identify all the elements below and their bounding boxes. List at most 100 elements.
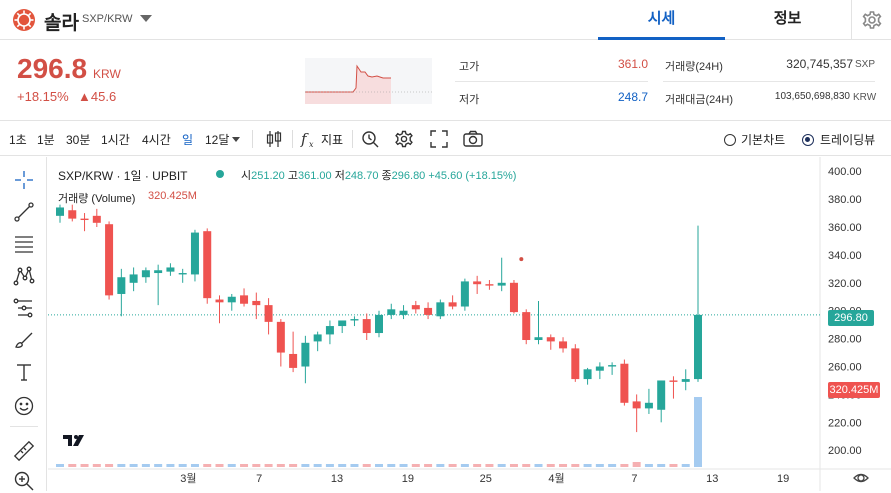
volume-bar: [485, 464, 494, 467]
candle-body: [411, 305, 420, 310]
chevron-down-icon[interactable]: [232, 137, 240, 142]
tradingview-radio[interactable]: [802, 134, 814, 146]
high-label: 고가: [459, 61, 480, 73]
interval-1d[interactable]: 일: [182, 131, 193, 148]
current-price: 296.8: [17, 53, 88, 84]
crosshair-icon[interactable]: [12, 168, 36, 192]
svg-text:x: x: [309, 140, 314, 149]
gear-icon[interactable]: [394, 129, 414, 149]
price-tick-label: 280.00: [828, 334, 862, 346]
volume-bar: [424, 464, 433, 467]
candle-body: [694, 314, 702, 380]
emoji-icon[interactable]: [12, 394, 36, 418]
brush-icon[interactable]: [12, 328, 36, 352]
candle-body: [203, 231, 212, 299]
volume-bar: [534, 464, 543, 467]
solar-logo-icon: [13, 9, 35, 31]
chart-toolbar: 1초 1분 30분 1시간 4시간 일 12달 f x 지표 기본차트 트레이딩…: [0, 120, 891, 156]
amount-24h-value: 103,650,698,830: [774, 91, 850, 102]
price-tick-label: 340.00: [828, 250, 862, 262]
candle-body: [338, 320, 347, 327]
volume-bar: [583, 464, 592, 467]
volume-bar: [325, 464, 334, 467]
fullscreen-icon[interactable]: [429, 129, 449, 149]
tab-info[interactable]: 정보: [725, 0, 850, 40]
price-tick-label: 200.00: [828, 445, 862, 457]
tab-quote[interactable]: 시세: [598, 0, 725, 40]
volume-bar: [546, 464, 555, 467]
candle-body: [448, 302, 457, 307]
ruler-icon[interactable]: [12, 439, 36, 463]
projection-icon[interactable]: [12, 296, 36, 320]
divider: [292, 130, 293, 148]
candlestick-chart[interactable]: 400.00380.00360.00340.00320.00300.00280.…: [48, 157, 891, 491]
time-tick-label: 25: [480, 473, 492, 485]
candle-body: [546, 337, 555, 342]
interval-12mo[interactable]: 12달: [205, 131, 229, 148]
divider: [10, 426, 38, 427]
amount-24h-unit: KRW: [853, 92, 877, 103]
volume-bar: [313, 464, 322, 467]
low-label: 저가: [459, 94, 480, 106]
indicator-icon[interactable]: f x: [298, 129, 318, 149]
time-tick-label: 3월: [180, 472, 196, 485]
tradingview-logo-icon[interactable]: [60, 428, 90, 452]
volume-bar: [276, 464, 285, 467]
chart-symbol-title: SXP/KRW · 1일 · UPBIT: [58, 169, 188, 183]
divider: [663, 81, 875, 82]
volume-bar: [399, 464, 408, 467]
time-tick-label: 7: [631, 473, 637, 485]
pattern-icon[interactable]: [12, 264, 36, 288]
basic-chart-radio[interactable]: [724, 134, 736, 146]
interval-1m[interactable]: 1분: [37, 131, 55, 148]
interval-30m[interactable]: 30분: [66, 131, 90, 148]
candle-body: [240, 295, 249, 304]
divider: [352, 130, 353, 148]
volume-bar: [559, 464, 568, 467]
chevron-down-icon[interactable]: [140, 15, 152, 22]
settings-button[interactable]: [851, 0, 891, 40]
trend-line-icon[interactable]: [12, 200, 36, 224]
interval-4h[interactable]: 4시간: [142, 131, 171, 148]
candle-body: [313, 334, 322, 342]
candle-type-icon[interactable]: [264, 129, 284, 149]
volume-bar: [694, 397, 702, 467]
tradingview-label[interactable]: 트레이딩뷰: [820, 131, 875, 148]
candle-body: [375, 314, 383, 334]
interval-1h[interactable]: 1시간: [101, 131, 130, 148]
volume-bar: [215, 464, 224, 467]
candle-body: [141, 270, 150, 278]
basic-chart-label[interactable]: 기본차트: [741, 131, 785, 148]
price-unit: KRW: [93, 67, 121, 81]
volume-bar: [252, 464, 261, 467]
price-tick-label: 380.00: [828, 194, 862, 206]
last-volume-tag: 320.425M: [828, 382, 880, 398]
volume-bar: [240, 464, 249, 467]
volume-bar: [436, 464, 445, 467]
candle-body: [436, 302, 445, 317]
drawing-tools-sidebar: [0, 157, 47, 491]
volume-bar: [190, 464, 199, 467]
volume-bar: [203, 464, 212, 467]
alert-clock-icon[interactable]: [360, 129, 380, 149]
camera-icon[interactable]: [462, 129, 484, 149]
coin-pair: SXP/KRW: [82, 13, 133, 25]
volume-bar: [632, 462, 641, 467]
text-tool-icon[interactable]: [12, 360, 36, 384]
coin-name: 솔라: [44, 13, 79, 34]
candle-body: [620, 363, 629, 403]
candle-body: [669, 380, 678, 382]
last-price-tag: 296.80: [828, 310, 874, 326]
eye-settings-icon[interactable]: [851, 468, 871, 488]
volume-bar: [595, 464, 604, 467]
zoom-in-icon[interactable]: [12, 469, 36, 493]
interval-1s[interactable]: 1초: [9, 131, 27, 148]
volume-bar: [80, 464, 89, 467]
volume-bar: [264, 464, 273, 467]
fib-retracement-icon[interactable]: [12, 232, 36, 256]
indicator-button[interactable]: 지표: [321, 131, 343, 148]
volume-bar: [92, 464, 101, 467]
candle-body: [424, 307, 433, 315]
candle-body: [571, 348, 580, 380]
volume-label: 거래량 (Volume): [58, 193, 136, 205]
